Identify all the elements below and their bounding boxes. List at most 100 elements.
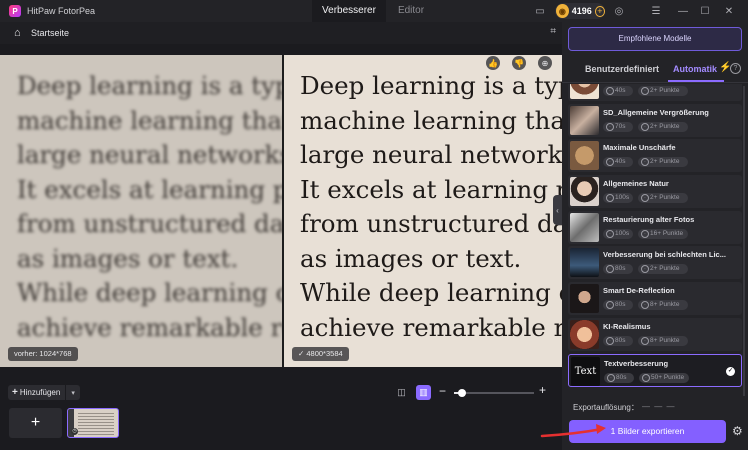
zoom-out-icon[interactable]: − (439, 384, 446, 398)
model-points: · 2+ Punkte (638, 193, 688, 204)
model-name: Verbesserung bei schlechten Lic... (603, 250, 726, 260)
before-pane: Deep learning is a type machine learning… (0, 55, 282, 367)
after-pane: Deep learning is a type machine learning… (284, 55, 562, 367)
menu-icon[interactable]: ☰ (649, 4, 663, 18)
close-icon[interactable]: ✕ (722, 4, 736, 18)
clock-icon: · (606, 122, 614, 131)
zoom-in-icon[interactable]: + (539, 383, 546, 397)
zoom-slider[interactable] (454, 389, 534, 397)
crop-icon[interactable]: ⌗ (550, 26, 556, 37)
zoom-icon[interactable]: ⊕ (538, 56, 552, 70)
model-card[interactable]: SD_Porträt·40s·2+ Punkte (568, 84, 742, 101)
maximize-icon[interactable]: ☐ (698, 4, 712, 18)
model-points-value: 8+ Punkte (650, 301, 680, 309)
model-list: SD_Porträt·40s·2+ Punkte SD_Allgemeine Ve… (568, 84, 744, 397)
plus-icon: + (12, 387, 18, 398)
home-icon[interactable]: ⌂ (14, 27, 26, 39)
dislike-icon[interactable]: 👎 (512, 56, 526, 70)
model-card[interactable]: Allgemeines Natur · 100s · 2+ Punkte (568, 175, 742, 209)
model-card[interactable]: KI-Realismus · 80s · 8+ Punkte (568, 317, 742, 351)
like-icon[interactable]: 👍 (486, 56, 500, 70)
model-item[interactable]: Allgemeines Natur · 100s · 2+ Punkte (568, 175, 744, 211)
image-thumbnail[interactable]: ◷ (67, 408, 119, 438)
model-item[interactable]: Text Textverbesserung · 80s · 50+ Punkte ✓ (568, 353, 744, 390)
tab-auto[interactable]: Automatik (673, 64, 717, 74)
add-button[interactable]: + Hinzufügen ▾ (8, 385, 80, 400)
doc-line: as images or text. (17, 243, 239, 273)
model-time: · 70s (603, 121, 633, 132)
add-image-tile[interactable]: + (9, 408, 62, 438)
minimize-icon[interactable]: — (676, 4, 690, 18)
model-item[interactable]: Verbesserung bei schlechten Lic... · 80s · 2… (568, 246, 744, 282)
model-points: · 8+ Punkte (638, 335, 688, 346)
doc-line: It excels at learning pa (17, 174, 282, 204)
points-icon: · (641, 158, 649, 167)
check-icon: ✓ (726, 366, 735, 376)
model-item[interactable]: SD_Porträt·40s·2+ Punkte (568, 84, 744, 104)
bottom-toolbar: + Hinzufügen ▾ ◫ ▥ − + (0, 380, 562, 404)
split-view-icon[interactable]: ◫ (394, 385, 409, 400)
add-credits-icon[interactable]: + (594, 5, 605, 17)
collapse-panel-handle[interactable]: ‹ (553, 195, 562, 225)
export-button[interactable]: 1 Bilder exportieren (569, 420, 726, 443)
model-item[interactable]: KI-Realismus · 80s · 8+ Punkte (568, 317, 744, 354)
model-thumbnail (570, 105, 599, 135)
model-card[interactable]: Text Textverbesserung · 80s · 50+ Punkte ✓ (568, 353, 742, 387)
clock-icon: · (606, 336, 614, 345)
model-item[interactable]: Maximale Unschärfe · 40s · 2+ Punkte (568, 139, 744, 175)
doc-line: Deep learning is a type (300, 71, 562, 100)
doc-line: machine learning that (300, 105, 562, 135)
clock-icon: · (606, 229, 614, 238)
after-label: ✓ 4800*3584 (292, 347, 349, 361)
zoom-knob[interactable] (458, 389, 466, 397)
model-points: · 2+ Punkte (638, 86, 688, 96)
model-thumbnail (570, 284, 599, 314)
doc-line: large neural networks. (300, 140, 562, 169)
model-card[interactable]: SD_Allgemeine Vergrößerung · 70s · 2+ Punkte (568, 103, 742, 137)
model-item[interactable]: Smart De-Reflection · 80s · 8+ Punkte (568, 282, 744, 318)
breadcrumb-home[interactable]: Startseite (31, 28, 69, 38)
model-card[interactable]: Restaurierung alter Fotos · 100s · 16+ Punkt… (568, 210, 742, 244)
coin-icon: ◉ (556, 4, 569, 18)
model-card[interactable]: Verbesserung bei schlechten Lic... · 80s · 2… (568, 246, 742, 280)
before-label: vorher: 1024*768 (8, 347, 78, 361)
model-time: · 80s (603, 335, 633, 346)
tab-verbesserer[interactable]: Verbesserer (312, 0, 386, 22)
scrollbar[interactable] (743, 86, 745, 396)
model-time: · 80s (603, 300, 633, 311)
points-icon: · (641, 265, 649, 274)
model-time-value: 80s (616, 373, 627, 381)
points-icon: · (641, 87, 649, 95)
points-icon: · (641, 301, 649, 310)
credits-badge[interactable]: ◉ 4196 + (555, 3, 605, 19)
account-icon[interactable]: ◎ (612, 4, 626, 18)
model-time-value: 80s (615, 265, 626, 273)
model-points-value: 2+ Punkte (650, 87, 680, 94)
model-points: · 2+ Punkte (638, 264, 688, 275)
model-time: · 80s (604, 372, 634, 383)
doc-line: from unstructured data (300, 209, 562, 238)
model-card[interactable]: Maximale Unschärfe · 40s · 2+ Punkte (568, 139, 742, 173)
export-resolution-value: — — — (642, 402, 676, 411)
points-icon: · (641, 194, 649, 203)
model-item[interactable]: Restaurierung alter Fotos · 100s · 16+ Punkt… (568, 210, 744, 247)
help-icon[interactable]: ? (730, 63, 741, 74)
model-points: · 2+ Punkte (638, 157, 688, 168)
chevron-down-icon[interactable]: ▾ (71, 389, 75, 397)
clock-icon: · (606, 301, 614, 310)
doc-line: achieve remarkable res (17, 312, 282, 342)
side-by-side-view-icon[interactable]: ▥ (416, 385, 431, 400)
clock-icon: · (606, 87, 614, 95)
message-icon[interactable]: ▭ (533, 4, 547, 18)
separator (65, 385, 67, 400)
tab-custom[interactable]: Benutzerdefiniert (585, 64, 659, 74)
tab-editor[interactable]: Editor (386, 0, 436, 22)
gear-icon[interactable]: ⚙ (732, 424, 743, 438)
clock-icon: · (606, 265, 614, 274)
doc-line: achieve remarkable res (300, 312, 562, 342)
model-item[interactable]: SD_Allgemeine Vergrößerung · 70s · 2+ Punkte (568, 103, 744, 140)
model-time-value: 80s (615, 301, 626, 309)
model-points-value: 16+ Punkte (650, 229, 684, 237)
model-card[interactable]: Smart De-Reflection · 80s · 8+ Punkte (568, 282, 742, 316)
recommended-models-button[interactable]: Empfohlene Modelle (568, 27, 742, 51)
